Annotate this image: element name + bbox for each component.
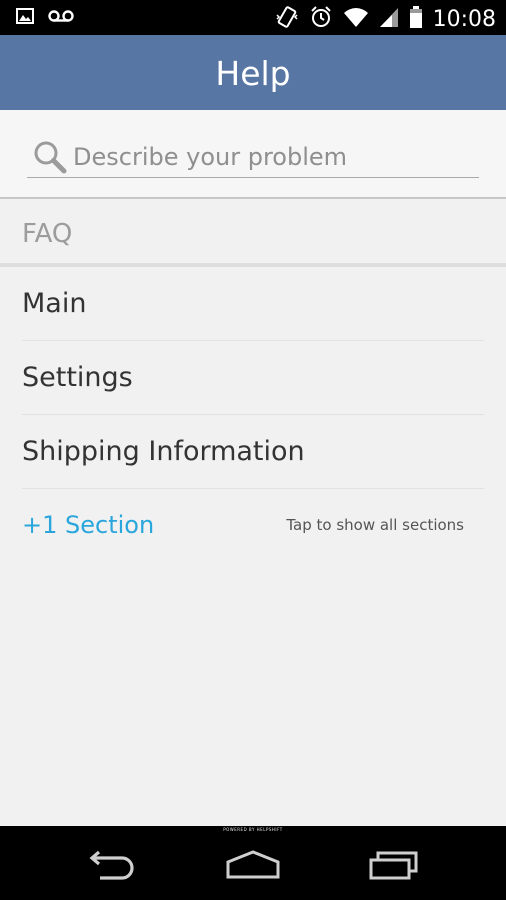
home-button[interactable] xyxy=(213,844,293,890)
notification-icons xyxy=(16,8,74,29)
back-button[interactable] xyxy=(72,844,152,890)
search-area xyxy=(0,110,506,199)
faq-section-title: FAQ xyxy=(22,219,73,249)
back-icon xyxy=(86,850,138,885)
wifi-icon xyxy=(343,6,369,33)
status-time: 10:08 xyxy=(432,6,496,32)
faq-item-main[interactable]: Main xyxy=(22,267,484,341)
image-notification-icon xyxy=(16,8,34,29)
more-sections-label: +1 Section xyxy=(22,511,155,539)
battery-icon xyxy=(409,5,423,34)
faq-item-label: Settings xyxy=(22,362,133,393)
search-field[interactable] xyxy=(27,136,479,178)
voicemail-icon xyxy=(48,9,74,28)
powered-by-label: POWERED BY HELPSHIFT xyxy=(0,826,506,834)
faq-header: FAQ xyxy=(0,199,506,267)
search-input[interactable] xyxy=(73,142,453,171)
faq-item-label: Shipping Information xyxy=(22,436,305,467)
recents-icon xyxy=(368,850,420,885)
action-bar: Help xyxy=(0,35,506,110)
show-more-sections-button[interactable]: +1 Section Tap to show all sections xyxy=(22,489,464,563)
vibrate-icon xyxy=(275,5,299,34)
alarm-icon xyxy=(309,5,333,34)
faq-item-settings[interactable]: Settings xyxy=(22,341,484,415)
page-title: Help xyxy=(215,54,291,93)
recents-button[interactable] xyxy=(354,844,434,890)
faq-item-shipping-information[interactable]: Shipping Information xyxy=(22,415,484,489)
faq-item-label: Main xyxy=(22,288,87,319)
faq-list: Main Settings Shipping Information +1 Se… xyxy=(0,267,506,563)
navigation-bar xyxy=(0,834,506,900)
signal-icon xyxy=(379,6,399,33)
more-sections-hint: Tap to show all sections xyxy=(286,516,464,534)
help-screen: 10:08 Help FAQ Main Settings Ship xyxy=(0,0,506,900)
system-icons: 10:08 xyxy=(275,5,496,34)
status-bar: 10:08 xyxy=(0,0,506,35)
home-icon xyxy=(225,849,281,885)
search-icon xyxy=(33,140,67,174)
